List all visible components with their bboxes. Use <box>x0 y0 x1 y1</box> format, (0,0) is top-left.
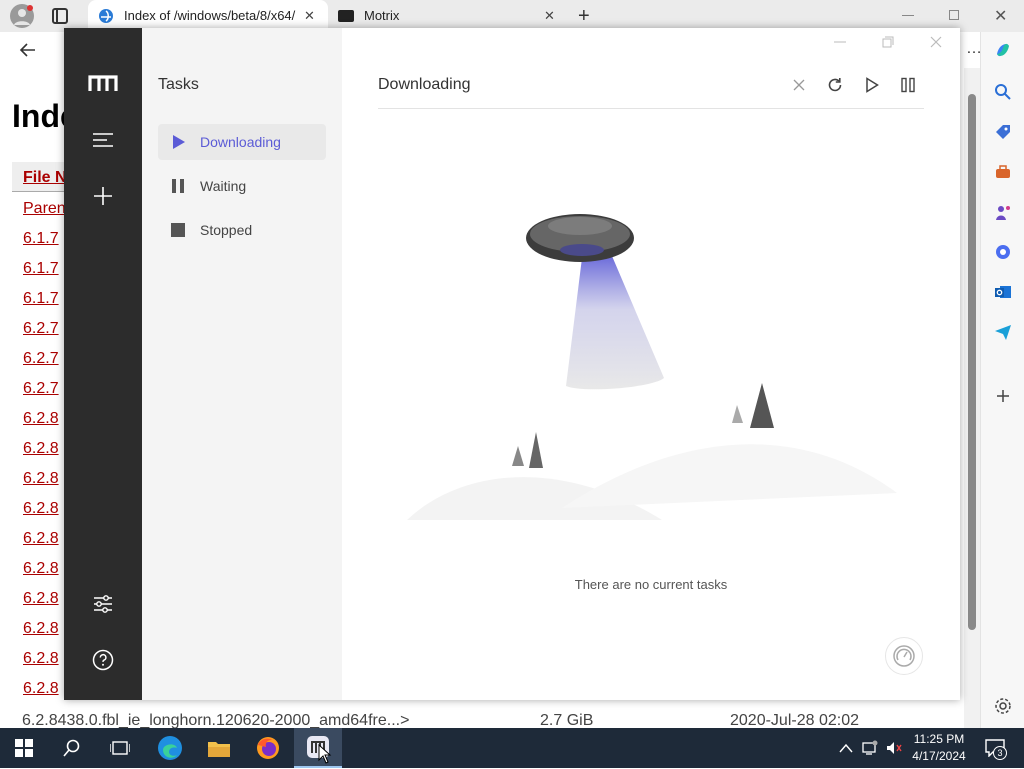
edge-page-icon <box>98 8 114 27</box>
pause-all-icon[interactable] <box>899 76 917 94</box>
table-row[interactable]: 6.2.8 <box>23 650 59 668</box>
send-icon[interactable] <box>993 322 1013 342</box>
table-row[interactable]: 6.2.8 <box>23 440 59 458</box>
table-row[interactable]: 6.2.8 <box>23 410 59 428</box>
preferences-icon[interactable] <box>91 592 115 616</box>
file-date: 2020-Jul-28 02:02 <box>730 712 859 728</box>
help-icon[interactable] <box>91 648 115 672</box>
speedometer-icon[interactable] <box>885 637 923 675</box>
search-icon[interactable] <box>993 82 1013 102</box>
nav-label: Stopped <box>200 222 253 238</box>
page-scrollbar[interactable] <box>964 68 980 728</box>
close-tab-icon[interactable]: ✕ <box>304 8 315 24</box>
taskbar: 11:25 PM 4/17/2024 3 <box>0 728 1024 768</box>
motrix-window: Tasks Downloading Waiting Stopped Downlo… <box>64 28 960 700</box>
outlook-icon[interactable] <box>993 282 1013 302</box>
nav-label: Downloading <box>200 134 281 150</box>
clock-time: 11:25 PM <box>913 732 965 746</box>
sidebar-title: Tasks <box>158 76 199 93</box>
copilot-icon[interactable] <box>993 40 1013 60</box>
show-hidden-icons[interactable] <box>838 740 854 756</box>
system-clock[interactable]: 11:25 PM 4/17/2024 <box>900 731 978 765</box>
firefox-icon[interactable] <box>244 728 292 768</box>
menu-icon[interactable] <box>91 128 115 152</box>
table-row[interactable]: 6.2.7 <box>23 380 59 398</box>
table-row[interactable]: 6.2.8 <box>23 680 59 698</box>
restore-icon[interactable] <box>949 10 959 20</box>
stop-icon <box>170 222 186 238</box>
panel-title: Downloading <box>378 76 471 93</box>
edge-taskbar-icon[interactable] <box>146 728 194 768</box>
tab-title: Motrix <box>364 8 400 23</box>
start-icon[interactable] <box>0 728 48 768</box>
scrollbar-thumb[interactable] <box>968 94 976 630</box>
edge-sidebar <box>980 32 1024 728</box>
minimize-icon[interactable] <box>832 34 848 50</box>
clock-date: 4/17/2024 <box>912 749 966 763</box>
motrix-rail <box>64 28 142 700</box>
table-row[interactable]: 6.2.8 <box>23 470 59 488</box>
minimize-icon[interactable] <box>902 15 914 16</box>
tools-icon[interactable] <box>993 162 1013 182</box>
nav-downloading[interactable]: Downloading <box>158 124 326 160</box>
tasks-sidebar: Tasks Downloading Waiting Stopped <box>142 28 342 700</box>
column-file-name-link[interactable]: File N <box>23 169 67 187</box>
table-row[interactable]: 6.2.8 <box>23 560 59 578</box>
table-row[interactable]: 6.1.7 <box>23 260 59 278</box>
shopping-icon[interactable] <box>993 122 1013 142</box>
file-name: 6.2.8438.0.fbl_ie_longhorn.120620-2000_a… <box>22 712 410 728</box>
ufo-illustration <box>407 214 897 520</box>
table-row[interactable]: 6.2.8 <box>23 620 59 638</box>
settings-icon[interactable] <box>993 696 1013 716</box>
clear-icon[interactable] <box>790 76 808 94</box>
empty-message: There are no current tasks <box>574 577 728 592</box>
network-icon[interactable] <box>862 740 878 756</box>
tab-title: Index of /windows/beta/8/x64/ <box>124 8 296 23</box>
resume-all-icon[interactable] <box>863 76 881 94</box>
close-window-icon[interactable]: ✕ <box>994 6 1007 26</box>
mouse-cursor <box>318 743 332 769</box>
table-row[interactable]: 6.2.7 <box>23 350 59 368</box>
new-tab-icon[interactable]: + <box>578 5 590 28</box>
office-icon[interactable] <box>993 242 1013 262</box>
table-row[interactable]: 6.2.8 <box>23 530 59 548</box>
notification-count: 3 <box>993 746 1007 760</box>
play-icon <box>170 134 186 150</box>
motrix-page-icon <box>338 10 354 22</box>
close-window-icon[interactable] <box>928 34 944 50</box>
nav-label: Waiting <box>200 178 247 194</box>
back-icon[interactable] <box>18 40 38 65</box>
refresh-icon[interactable] <box>826 76 844 94</box>
search-icon[interactable] <box>48 728 96 768</box>
close-tab-icon[interactable]: ✕ <box>544 8 555 24</box>
table-row[interactable]: 6.1.7 <box>23 290 59 308</box>
main-panel: Downloading There are no current tasks <box>342 28 960 700</box>
pause-icon <box>170 178 186 194</box>
file-size: 2.7 GiB <box>540 712 594 728</box>
nav-stopped[interactable]: Stopped <box>158 212 326 248</box>
motrix-logo-icon[interactable] <box>88 72 118 96</box>
games-icon[interactable] <box>993 202 1013 222</box>
maximize-icon[interactable] <box>880 34 896 50</box>
nav-waiting[interactable]: Waiting <box>158 168 326 204</box>
table-row[interactable]: 6.2.7 <box>23 320 59 338</box>
file-explorer-icon[interactable] <box>195 728 243 768</box>
table-row[interactable]: Paren <box>23 200 66 218</box>
notifications-icon[interactable]: 3 <box>984 739 1007 760</box>
table-row[interactable]: 6.1.7 <box>23 230 59 248</box>
table-row[interactable]: 6.2.8 <box>23 590 59 608</box>
profile-avatar-icon[interactable] <box>10 4 34 28</box>
table-row[interactable]: 6.2.8 <box>23 500 59 518</box>
panel-header: Downloading <box>378 76 924 109</box>
tab-actions-icon[interactable] <box>52 8 68 24</box>
add-task-icon[interactable] <box>91 184 115 208</box>
table-row[interactable]: 6.2.8438.0.fbl_ie_longhorn.120620-2000_a… <box>22 712 859 728</box>
task-view-icon[interactable] <box>96 728 144 768</box>
add-icon[interactable] <box>993 386 1013 406</box>
